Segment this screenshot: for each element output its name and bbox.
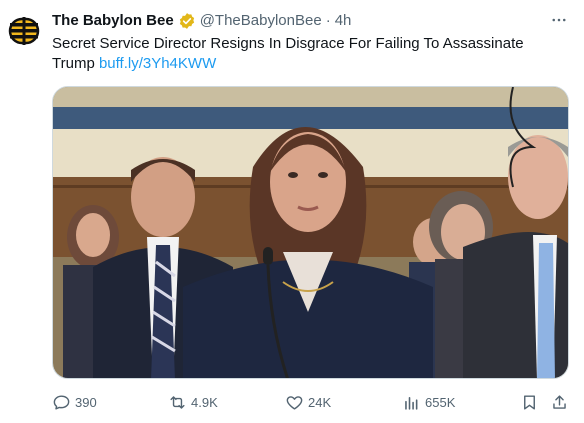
like-button[interactable]: 24K (285, 390, 331, 414)
view-count: 655K (425, 394, 456, 410)
bookmark-icon (524, 394, 535, 410)
repost-icon (170, 395, 185, 409)
tweet-link[interactable]: buff.ly/3Yh4KWW (99, 55, 216, 72)
reply-icon (53, 394, 70, 410)
repost-button[interactable]: 4.9K (168, 390, 218, 414)
share-button[interactable] (550, 390, 569, 414)
like-count: 24K (308, 394, 332, 410)
tweet-text: Secret Service Director Resigns In Disgr… (52, 34, 552, 74)
separator-dot: · (325, 12, 331, 29)
bookmark-button[interactable] (520, 390, 539, 414)
views-button[interactable]: 655K (402, 390, 455, 414)
tweet[interactable]: The Babylon Bee @TheBabylonBee · 4h Secr… (0, 0, 584, 423)
share-icon (553, 394, 566, 409)
user-handle[interactable]: @TheBabylonBee (200, 11, 322, 31)
display-name[interactable]: The Babylon Bee (52, 11, 174, 31)
avatar[interactable] (4, 11, 44, 51)
tweet-photo[interactable] (52, 86, 569, 379)
more-options-button[interactable] (548, 10, 570, 30)
verified-badge-icon[interactable] (178, 12, 196, 30)
photo-illustration (53, 87, 568, 378)
babylon-bee-logo-icon (4, 11, 44, 51)
timestamp[interactable]: 4h (335, 11, 352, 31)
reply-button[interactable]: 390 (52, 390, 97, 414)
action-bar: 390 4.9K 24K 655K (52, 390, 572, 414)
reply-count: 390 (75, 394, 97, 410)
analytics-icon (405, 396, 418, 410)
heart-icon (286, 395, 303, 410)
tweet-header: The Babylon Bee @TheBabylonBee · 4h (52, 11, 544, 31)
repost-count: 4.9K (191, 394, 218, 410)
more-horizontal-icon (552, 18, 566, 22)
